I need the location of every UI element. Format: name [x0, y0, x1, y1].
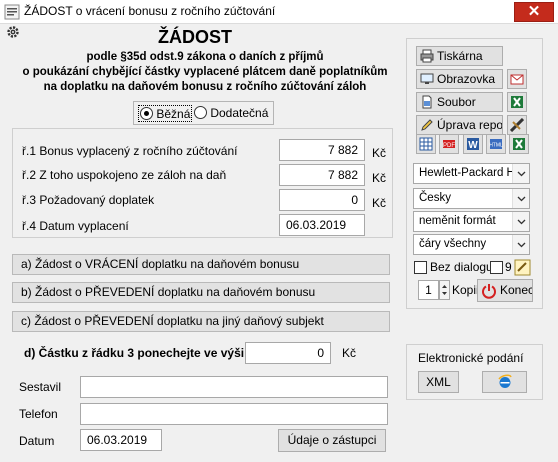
row3-label: ř.3 Požadovaný doplatek [22, 193, 155, 207]
word-icon: W [467, 138, 479, 151]
row1-value[interactable]: 7 882 [279, 139, 365, 161]
html-icon: HTML [489, 139, 503, 149]
excel-export-button[interactable] [509, 134, 529, 154]
uprava-reportu-button[interactable]: Úprava repor [416, 115, 503, 135]
close-icon: ✕ [527, 3, 541, 20]
row3-unit: Kč [372, 196, 387, 210]
window-title: ŽÁDOST o vrácení bonusu z ročního zúčtov… [24, 4, 276, 18]
soubor-button[interactable]: Soubor [416, 92, 503, 112]
close-button[interactable]: ✕ [514, 2, 554, 22]
pdf-export-button[interactable]: PDF [439, 134, 459, 154]
konec-label: Konec [500, 283, 533, 297]
excel-icon [511, 96, 523, 108]
row2-label: ř.2 Z toho uspokojeno ze záloh na daň [22, 168, 227, 182]
pdf-icon: PDF [443, 140, 455, 149]
telefon-label: Telefon [19, 407, 58, 421]
action-prevedeni-button[interactable]: b) Žádost o PŘEVEDENÍ doplatku na daňové… [12, 282, 390, 303]
action-vraceni-button[interactable]: a) Žádost o VRÁCENÍ doplatku na daňovém … [12, 254, 390, 275]
row2-value[interactable]: 7 882 [279, 164, 365, 186]
nine-label: 9 [505, 260, 512, 274]
radio-dodatecna[interactable]: Dodatečná [194, 105, 268, 122]
format-select-value: neměnit formát [419, 215, 496, 227]
design-button[interactable] [507, 115, 527, 135]
konec-button[interactable]: Konec [477, 279, 533, 302]
epodani-title: Elektronické podání [418, 351, 524, 365]
radio-dodatecna-label: Dodatečná [210, 105, 269, 120]
sestavil-input[interactable] [80, 376, 388, 398]
datum-label: Datum [19, 434, 55, 448]
email-icon [510, 74, 524, 85]
power-icon [482, 284, 496, 299]
obrazovka-button[interactable]: Obrazovka [416, 69, 503, 89]
file-icon [422, 95, 432, 109]
ruler-pencil-icon [510, 118, 524, 132]
action-prevedeni-jiny-button[interactable]: c) Žádost o PŘEVEDENÍ doplatku na jiný d… [12, 311, 390, 332]
html-export-button[interactable]: HTML [486, 134, 506, 154]
language-select[interactable]: Česky [413, 188, 530, 209]
form-title: ŽÁDOST [158, 27, 232, 47]
form-subtitle-line2: o poukázání chybějící částky vyplacené p… [22, 66, 388, 78]
bez-dialogu-checkbox[interactable] [414, 261, 427, 274]
printer-select-value: Hewlett-Packard HP [419, 167, 523, 179]
chevron-down-icon [512, 164, 529, 183]
spinner-arrows-icon [442, 285, 447, 295]
word-export-button[interactable]: W [463, 134, 483, 154]
keep-amount-input[interactable]: 0 [245, 342, 331, 364]
lines-select-value: čáry všechny [419, 238, 487, 250]
lines-select[interactable]: čáry všechny [413, 234, 530, 255]
row4-label: ř.4 Datum vyplacení [22, 219, 129, 233]
row3-value[interactable]: 0 [279, 189, 365, 211]
radio-bezna-circle [140, 107, 153, 121]
chevron-down-icon [512, 189, 529, 208]
app-icon [4, 4, 20, 20]
svg-text:HTML: HTML [489, 143, 503, 149]
row1-unit: Kč [372, 146, 387, 160]
datum-input[interactable]: 06.03.2019 [80, 429, 162, 451]
email-button[interactable] [507, 69, 527, 89]
row4-date[interactable]: 06.03.2019 [279, 214, 365, 236]
radio-bezna-label: Běžná [156, 106, 191, 121]
copies-label: Kopii [452, 283, 479, 297]
keep-amount-unit: Kč [342, 346, 357, 360]
format-select[interactable]: neměnit formát [413, 211, 530, 232]
printer-select[interactable]: Hewlett-Packard HP [413, 163, 530, 184]
title-bar: ŽÁDOST o vrácení bonusu z ročního zúčtov… [0, 0, 558, 24]
edit-report-icon [421, 119, 433, 131]
internet-button[interactable] [482, 371, 527, 393]
request-type-group: Běžná Dodatečná [133, 101, 274, 125]
obrazovka-label: Obrazovka [437, 72, 496, 86]
internet-explorer-icon [498, 374, 512, 388]
copies-input[interactable]: 1 [418, 280, 439, 300]
tiskarna-label: Tiskárna [437, 49, 483, 63]
row2-unit: Kč [372, 171, 387, 185]
radio-bezna[interactable]: Běžná [138, 105, 193, 122]
table-export-button[interactable] [416, 134, 436, 154]
zastupci-button[interactable]: Údaje o zástupci [278, 429, 386, 452]
uprava-reportu-label: Úprava repor [437, 118, 503, 132]
excel-icon [513, 138, 525, 150]
monitor-icon [420, 73, 434, 84]
sestavil-label: Sestavil [19, 380, 62, 394]
svg-text:PDF: PDF [443, 143, 455, 149]
chevron-down-icon [512, 212, 529, 231]
settings-icon[interactable] [514, 259, 531, 276]
tiskarna-button[interactable]: Tiskárna [416, 46, 503, 66]
bez-dialogu-label: Bez dialogu [430, 260, 493, 274]
form-subtitle-line3: na doplatku na daňovém bonusu z ročního … [43, 81, 367, 93]
printer-icon [420, 49, 434, 63]
excel-button[interactable] [507, 92, 527, 112]
chevron-down-icon [512, 235, 529, 254]
xml-button[interactable]: XML [418, 371, 459, 393]
radio-dodatecna-circle [194, 106, 207, 120]
soubor-label: Soubor [437, 95, 476, 109]
svg-text:W: W [468, 140, 478, 151]
telefon-input[interactable] [80, 403, 388, 425]
row1-label: ř.1 Bonus vyplacený z ročního zúčtování [22, 144, 238, 158]
keep-amount-label: d) Částku z řádku 3 ponechejte ve výši [24, 346, 245, 360]
form-subtitle-line1: podle §35d odst.9 zákona o daních z příj… [86, 51, 324, 63]
nine-checkbox[interactable] [490, 261, 503, 274]
language-select-value: Česky [419, 192, 451, 204]
table-icon [419, 137, 433, 151]
copies-spinner[interactable] [439, 280, 450, 300]
